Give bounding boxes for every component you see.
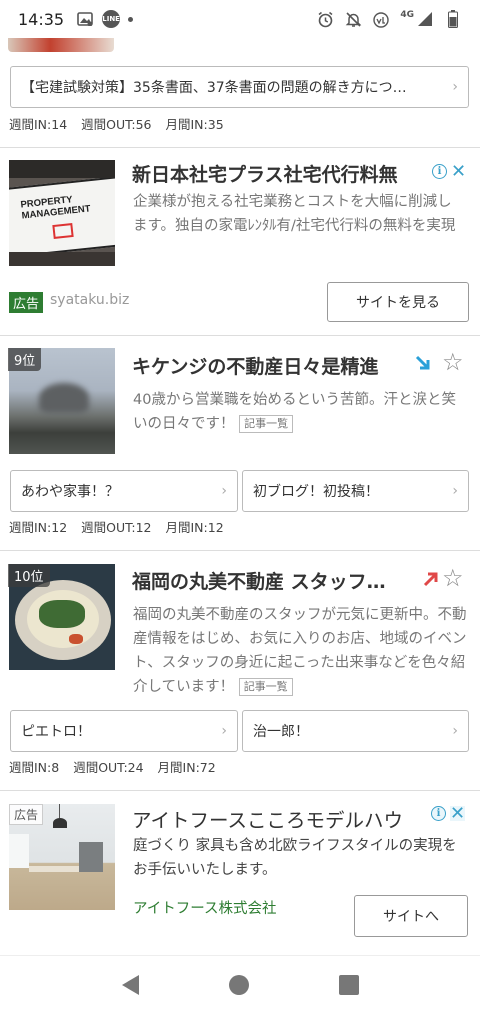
stat-week-out: 週間OUT:24: [73, 760, 144, 775]
stat-month-in: 月間IN:12: [165, 520, 224, 535]
article-link[interactable]: ピエトロ！ ›: [10, 710, 238, 752]
battery-icon: [444, 10, 462, 28]
trend-down-icon: [414, 354, 432, 376]
chevron-right-icon: ›: [221, 723, 227, 739]
blog-description-text: 福岡の丸美不動産のスタッフが元気に更新中。不動産情報をはじめ、お気に入りのお店、…: [133, 607, 467, 695]
line-icon: LINE: [102, 10, 121, 28]
chevron-right-icon: ›: [452, 79, 458, 95]
ad-label: 広告: [9, 804, 44, 825]
bell-off-icon: [344, 10, 362, 28]
rank-badge: 9位: [8, 348, 42, 371]
article-link-label: 【宅建試験対策】35条書面、37条書面の問題の解き方につ…: [21, 80, 407, 96]
favorite-star-icon[interactable]: ☆: [442, 564, 464, 592]
divider: [0, 790, 480, 791]
article-link[interactable]: あわや家事！？ ›: [10, 470, 238, 512]
entry-stats: 週間IN:14 週間OUT:56 月間IN:35: [9, 114, 234, 133]
article-list-link[interactable]: 記事一覧: [239, 415, 294, 433]
article-link-label: あわや家事！？: [21, 484, 119, 500]
blog-title[interactable]: キケンジの不動産日々是精進: [132, 352, 412, 379]
recent-apps-icon[interactable]: [338, 974, 359, 995]
dot-icon: [128, 16, 134, 22]
entry-stats: 週間IN:12 週間OUT:12 月間IN:12: [9, 517, 234, 536]
article-link-label: 治一郎！: [253, 724, 309, 740]
stat-week-in: 週間IN:12: [9, 520, 68, 535]
signal-icon: [416, 10, 434, 28]
gallery-icon: [76, 10, 94, 28]
article-list-link[interactable]: 記事一覧: [238, 678, 293, 696]
blog-description: 福岡の丸美不動産のスタッフが元気に更新中。不動産情報をはじめ、お気に入りのお店、…: [133, 603, 469, 699]
home-icon[interactable]: [228, 974, 249, 995]
rank-badge: 10位: [8, 564, 50, 587]
alarm-icon: [316, 10, 334, 28]
ad1-title[interactable]: 新日本社宅プラス社宅代行料無: [132, 160, 432, 187]
ad-domain: syataku.biz: [50, 292, 130, 308]
favorite-star-icon[interactable]: ☆: [442, 348, 464, 376]
article-link[interactable]: 治一郎！ ›: [242, 710, 469, 752]
stat-month-in: 月間IN:35: [165, 117, 224, 132]
ad2-company[interactable]: アイトフース株式会社: [133, 897, 277, 918]
divider: [0, 550, 480, 551]
divider: [0, 147, 480, 148]
ad2-title[interactable]: アイトフースこころモデルハウ: [132, 804, 428, 833]
status-time: 14:35: [18, 9, 65, 29]
article-link-label: 初ブログ！初投稿！: [253, 484, 379, 500]
article-link-label: ピエトロ！: [21, 724, 91, 740]
ad-label: 広告: [9, 292, 44, 313]
ad2-description: 庭づくり 家具も含め北欧ライフスタイルの実現をお手伝いいたします。: [133, 838, 457, 878]
entry-stats: 週間IN:8 週間OUT:24 月間IN:72: [9, 757, 226, 776]
blog-title[interactable]: 福岡の丸美不動産 スタッフ…: [132, 567, 414, 594]
close-icon[interactable]: ✕: [451, 163, 466, 181]
top-entry-article-link[interactable]: 【宅建試験対策】35条書面、37条書面の問題の解き方につ… ›: [10, 66, 469, 108]
blog-description: 40歳から営業職を始めるという苦節。汗と涙と笑いの日々です！ 記事一覧: [133, 388, 469, 436]
volte-icon: [372, 10, 390, 28]
stat-week-out: 週間OUT:56: [81, 117, 152, 132]
back-icon[interactable]: [121, 974, 139, 995]
stat-month-in: 月間IN:72: [157, 760, 216, 775]
stat-week-out: 週間OUT:12: [81, 520, 152, 535]
close-icon[interactable]: ✕: [450, 805, 466, 823]
adchoices[interactable]: i ✕: [432, 163, 466, 181]
article-link[interactable]: 初ブログ！初投稿！ ›: [242, 470, 469, 512]
chevron-right-icon: ›: [221, 483, 227, 499]
navigation-bar: [0, 955, 480, 1013]
trend-up-icon: [422, 570, 440, 592]
entry-thumbnail-partial[interactable]: [8, 38, 114, 52]
chevron-right-icon: ›: [452, 483, 458, 499]
chevron-right-icon: ›: [452, 723, 458, 739]
ad1-description: 企業様が抱える社宅業務とコストを大幅に削減します。独自の家電ﾚﾝﾀﾙ有/社宅代行…: [133, 194, 456, 234]
visit-site-button[interactable]: サイトへ: [354, 895, 468, 937]
info-icon[interactable]: i: [432, 164, 447, 179]
stat-week-in: 週間IN:14: [9, 117, 68, 132]
blog-description-text: 40歳から営業職を始めるという苦節。汗と涙と笑いの日々です！: [133, 392, 456, 432]
visit-site-button[interactable]: サイトを見る: [327, 282, 469, 322]
network-type: 4G: [400, 10, 414, 20]
status-bar: 14:35 LINE 4G: [0, 0, 480, 38]
ad1-thumbnail[interactable]: PROPERTY MANAGEMENT: [9, 160, 115, 266]
divider: [0, 335, 480, 336]
adchoices[interactable]: i ✕: [431, 805, 466, 823]
info-icon[interactable]: i: [431, 806, 446, 821]
stat-week-in: 週間IN:8: [9, 760, 60, 775]
